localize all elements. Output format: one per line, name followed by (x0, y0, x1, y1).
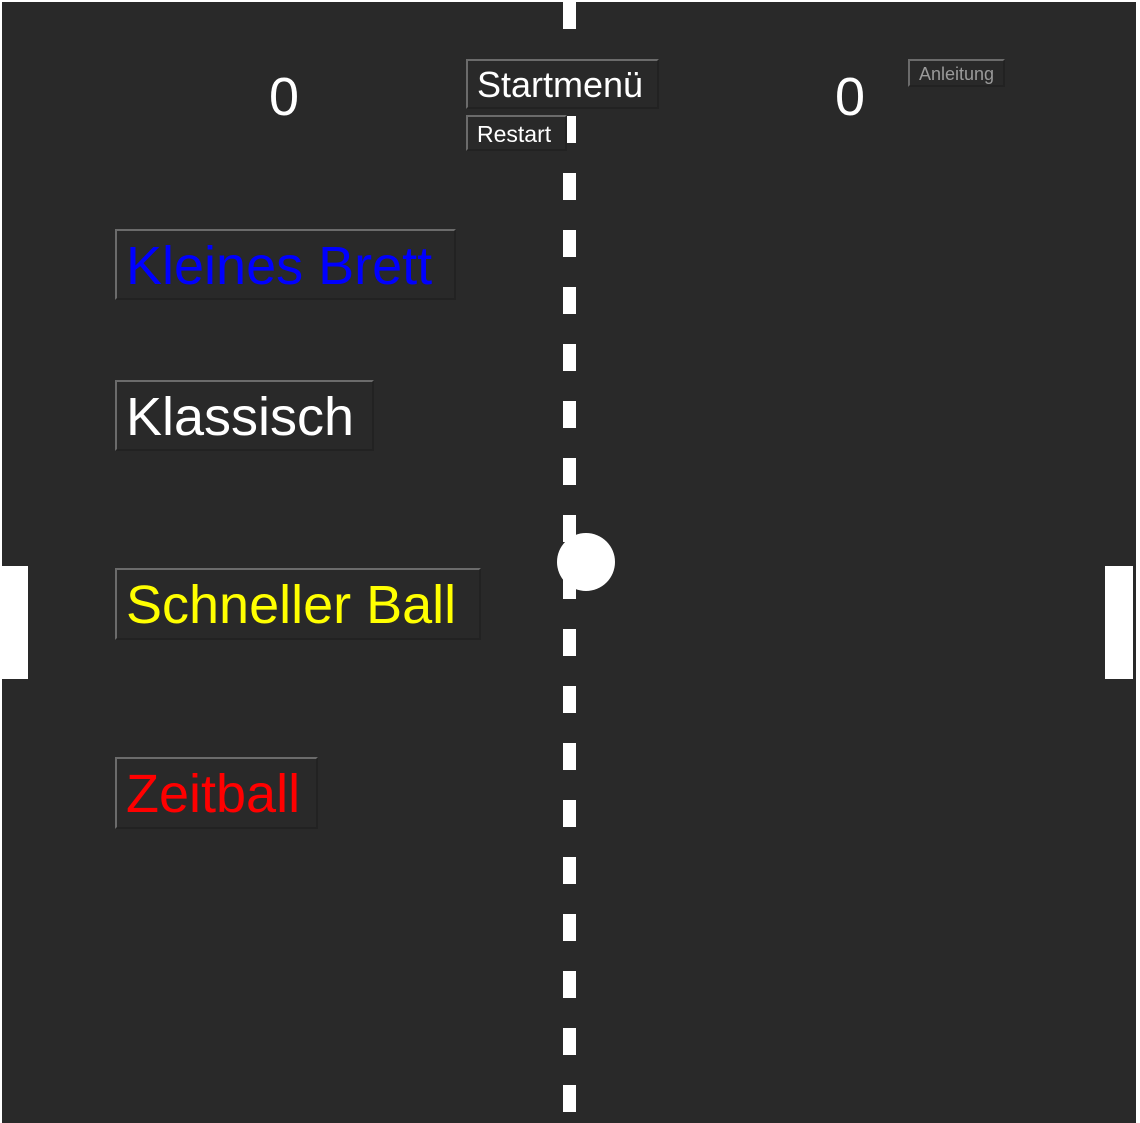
left-player-score: 0 (269, 67, 300, 127)
mode-small-paddle-button[interactable]: Kleines Brett (115, 229, 456, 300)
restart-button[interactable]: Restart (466, 115, 567, 151)
right-player-score: 0 (835, 67, 866, 127)
instructions-button[interactable]: Anleitung (908, 59, 1005, 87)
left-paddle (0, 566, 28, 679)
mode-classic-button[interactable]: Klassisch (115, 380, 374, 451)
right-paddle (1105, 566, 1133, 679)
mode-fast-ball-button[interactable]: Schneller Ball (115, 568, 481, 640)
mode-time-ball-button[interactable]: Zeitball (115, 757, 318, 829)
ball (557, 533, 615, 591)
game-field: 0 0 Startmenü Restart Anleitung Kleines … (2, 2, 1136, 1123)
startmenu-button[interactable]: Startmenü (466, 59, 659, 109)
